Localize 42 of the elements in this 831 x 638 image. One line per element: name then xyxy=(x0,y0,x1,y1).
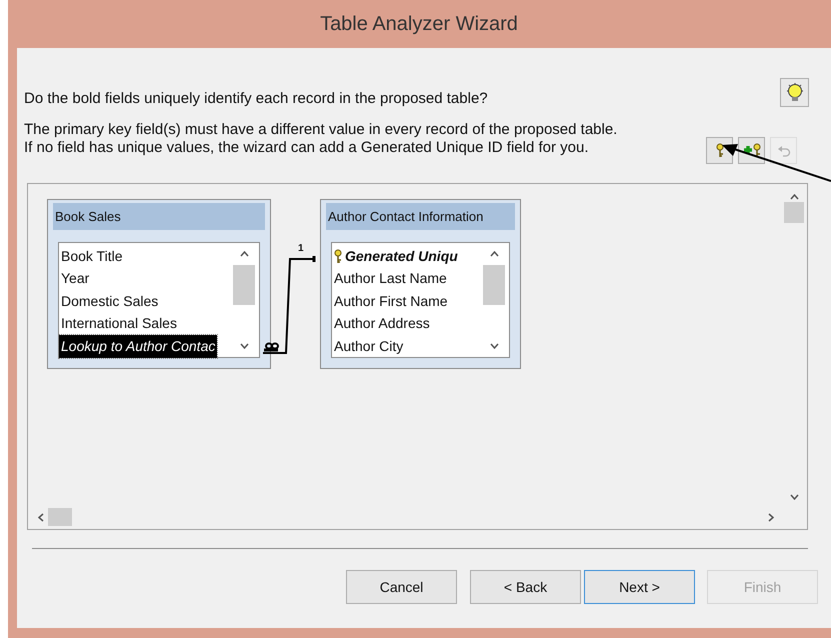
lightbulb-icon xyxy=(786,82,804,102)
key-icon xyxy=(716,143,724,158)
field-row[interactable]: Author City xyxy=(332,335,406,358)
scroll-up-icon[interactable] xyxy=(240,251,248,257)
scroll-up-icon[interactable] xyxy=(790,194,798,200)
dialog-button[interactable]: Cancel xyxy=(346,570,457,604)
field-row[interactable]: Year xyxy=(59,268,92,290)
table-card[interactable]: Book Sales Book Title Year Domestic Sales International Sales Lookup to Author Contac xyxy=(47,199,271,369)
key-field-row[interactable]: Generated Uniqu xyxy=(332,245,460,268)
scroll-thumb[interactable] xyxy=(48,508,72,526)
field-row[interactable]: Author First Name xyxy=(332,290,450,312)
field-row[interactable]: International Sales xyxy=(59,312,179,335)
table-card[interactable]: Author Contact Information Generated Uniqu Author Last Name Author First Name Author Address Author City xyxy=(320,199,521,369)
table-title: Author Contact Information xyxy=(326,203,515,230)
explanation-text: The primary key field(s) must have a different value in every record of the proposed table. xyxy=(24,121,618,139)
scroll-thumb[interactable] xyxy=(483,265,505,305)
primary-key-button[interactable] xyxy=(706,137,733,164)
scroll-left-icon[interactable] xyxy=(38,512,44,522)
table-title: Book Sales xyxy=(53,203,265,230)
window-title: Table Analyzer Wizard xyxy=(320,12,518,37)
scroll-down-icon[interactable] xyxy=(790,494,798,500)
scroll-up-icon[interactable] xyxy=(490,251,498,257)
add-key-button[interactable] xyxy=(738,137,765,164)
field-row[interactable]: Author Address xyxy=(332,312,432,335)
field-row[interactable]: Author Last Name xyxy=(332,268,449,290)
field-row[interactable]: Book Title xyxy=(59,245,124,268)
scroll-thumb[interactable] xyxy=(784,202,804,223)
scroll-thumb[interactable] xyxy=(233,265,255,305)
scroll-right-icon[interactable] xyxy=(768,512,774,522)
undo-icon xyxy=(776,144,790,156)
scroll-down-icon[interactable] xyxy=(240,343,248,349)
add-key-icon xyxy=(742,143,762,158)
key-icon xyxy=(334,248,342,264)
field-row[interactable]: Domestic Sales xyxy=(59,290,160,312)
field-row[interactable]: Lookup to Author Contac xyxy=(59,335,218,358)
tips-button[interactable] xyxy=(780,78,809,107)
dialog-button[interactable]: < Back xyxy=(470,570,581,604)
cardinality-label: 1 xyxy=(298,242,304,256)
question-text: Do the bold fields uniquely identify each record in the proposed table? xyxy=(24,89,488,109)
dialog-button[interactable]: Next > xyxy=(584,570,695,604)
scroll-down-icon[interactable] xyxy=(490,343,498,349)
explanation-text: If no field has unique values, the wizard can add a Generated Unique ID field for you. xyxy=(24,139,590,157)
